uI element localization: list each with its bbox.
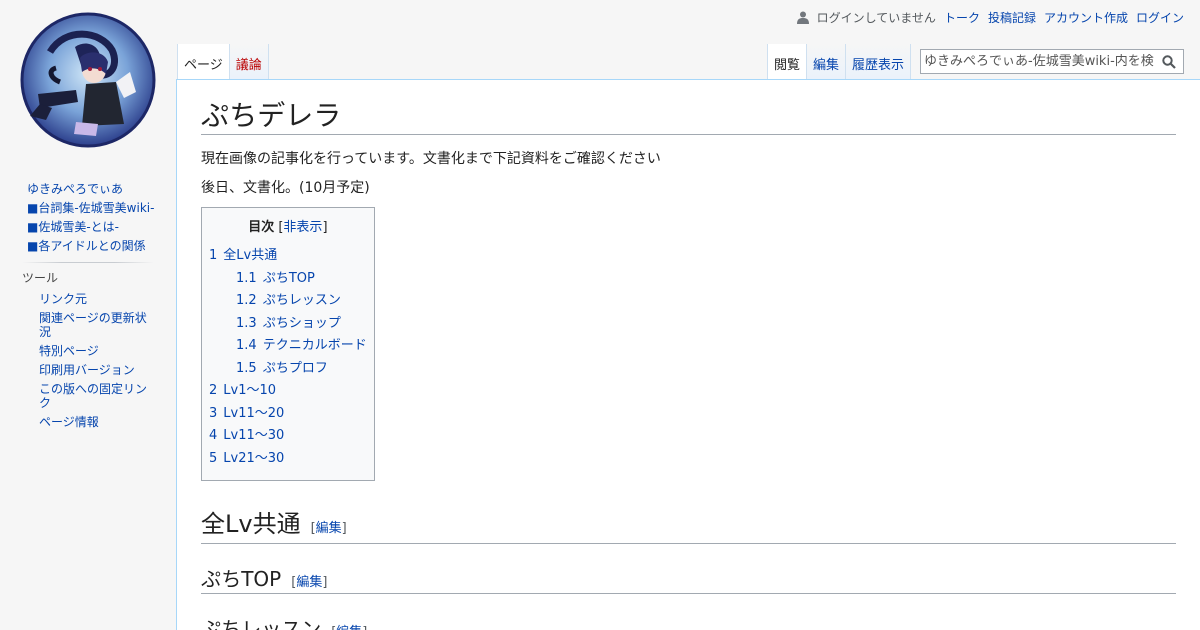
sidebar-link-relations[interactable]: ■各アイドルとの関係 xyxy=(27,239,146,253)
section-heading-puchi-top: ぷちTOP [編集] xyxy=(201,566,1176,594)
create-account-link[interactable]: アカウント作成 xyxy=(1044,9,1128,26)
toc-item-link[interactable]: ぷちショップ xyxy=(263,316,341,331)
view-tabs: 閲覧 編集 履歴表示 xyxy=(766,44,911,80)
user-icon xyxy=(796,11,809,24)
toc-item-link[interactable]: Lv11～20 xyxy=(223,406,284,421)
toc-item[interactable]: 1 全Lv共通 xyxy=(209,245,367,268)
sidebar-item-relations[interactable]: ■各アイドルとの関係 xyxy=(27,237,160,256)
toc-item-link[interactable]: 全Lv共通 xyxy=(223,248,277,263)
section-heading-text: 全Lv共通 xyxy=(201,510,301,539)
toc-title: 目次 xyxy=(248,220,275,236)
tool-permanent-link[interactable]: この版への固定リンク xyxy=(39,382,147,410)
toc-item-number: 1 xyxy=(209,248,218,264)
sidebar-navigation: ゆきみぺろでぃあ ■台詞集-佐城雪美wiki- ■佐城雪美-とは- ■各アイドル… xyxy=(0,180,160,256)
toc-item-link[interactable]: Lv11～30 xyxy=(223,428,284,443)
toc-item-number: 1.4 xyxy=(236,338,257,354)
toc-item[interactable]: 1.4 テクニカルボード xyxy=(209,335,367,358)
toc-item[interactable]: 1.3 ぷちショップ xyxy=(209,313,367,336)
intro-paragraph-1: 現在画像の記事化を行っています。文書化まで下記資料をご確認ください xyxy=(201,151,661,168)
sidebar-item-main-page[interactable]: ゆきみぺろでぃあ xyxy=(27,180,160,199)
toc-item-number: 1.2 xyxy=(236,293,257,309)
edit-section-link[interactable]: 編集 xyxy=(296,575,322,590)
toc-list: 1 全Lv共通 1.1 ぷちTOP 1.2 ぷちレッスン 1.3 ぷちショップ 1.4 テ… xyxy=(209,245,367,470)
section-heading-text: ぷちレッスン xyxy=(201,616,322,630)
tab-read-label: 閲覧 xyxy=(773,58,800,73)
edit-section-link[interactable]: 編集 xyxy=(316,521,342,536)
search-button[interactable] xyxy=(1157,50,1181,73)
toc-toggle-link[interactable]: 非表示 xyxy=(283,220,322,235)
toc-item[interactable]: 1.5 ぷちプロフ xyxy=(209,358,367,381)
toc-item[interactable]: 5 Lv21～30 xyxy=(209,448,367,471)
personal-tools: ログインしていません トーク 投稿記録 アカウント作成 ログイン xyxy=(796,9,1184,26)
search-input[interactable] xyxy=(921,54,1157,69)
sidebar: ゆきみぺろでぃあ ■台詞集-佐城雪美wiki- ■佐城雪美-とは- ■各アイドル… xyxy=(0,180,160,434)
tab-edit[interactable]: 編集 xyxy=(806,44,846,80)
tools-heading: ツール xyxy=(22,271,59,285)
edit-bracket-close: ] xyxy=(322,574,328,590)
toc-item-link[interactable]: テクニカルボード xyxy=(263,338,367,353)
talk-link[interactable]: トーク xyxy=(944,9,980,26)
edit-bracket-close: ] xyxy=(362,625,367,630)
intro-paragraph-2: 後日、文書化。(10月予定) xyxy=(201,180,370,197)
toc-item-link[interactable]: ぷちプロフ xyxy=(263,361,328,376)
toc-item-number: 1.3 xyxy=(236,315,257,331)
sidebar-item-about[interactable]: ■佐城雪美-とは- xyxy=(27,218,160,237)
tool-special-pages[interactable]: 特別ページ xyxy=(39,344,99,358)
tab-discussion-label: 議論 xyxy=(235,58,262,73)
toc-header: 目次 [非表示] xyxy=(209,216,367,235)
tool-printable-version[interactable]: 印刷用バージョン xyxy=(39,363,135,377)
toc-item[interactable]: 3 Lv11～20 xyxy=(209,403,367,426)
toc-toggle-bracket-close: ] xyxy=(322,220,328,236)
tab-edit-label: 編集 xyxy=(812,58,839,73)
sidebar-divider xyxy=(22,262,154,263)
namespace-tabs: ページ 議論 xyxy=(177,44,269,80)
not-logged-in-label: ログインしていません xyxy=(816,11,936,25)
tools-list: リンク元 関連ページの更新状況 特別ページ 印刷用バージョン この版への固定リン… xyxy=(0,292,160,429)
toc-item-number: 1.1 xyxy=(236,270,257,286)
sidebar-link-about[interactable]: ■佐城雪美-とは- xyxy=(27,220,119,234)
tool-page-info[interactable]: ページ情報 xyxy=(39,415,99,429)
toc-item-number: 2 xyxy=(209,383,218,399)
sidebar-link-quotes[interactable]: ■台詞集-佐城雪美wiki- xyxy=(27,201,154,215)
edit-section: [編集] xyxy=(331,625,367,630)
toc-item[interactable]: 2 Lv1～10 xyxy=(209,380,367,403)
search-box xyxy=(920,49,1184,74)
contributions-link[interactable]: 投稿記録 xyxy=(988,9,1036,26)
sidebar-link-main-page[interactable]: ゆきみぺろでぃあ xyxy=(27,182,123,196)
toc-item-number: 4 xyxy=(209,428,218,444)
page-title: ぷちデレラ xyxy=(201,96,1176,136)
tab-read[interactable]: 閲覧 xyxy=(766,44,807,80)
tab-page[interactable]: ページ xyxy=(177,44,230,80)
toc-item-link[interactable]: Lv21～30 xyxy=(223,451,284,466)
table-of-contents: 目次 [非表示] 1 全Lv共通 1.1 ぷちTOP 1.2 ぷちレッスン 1.3 ぷち… xyxy=(201,207,375,482)
toc-item-link[interactable]: Lv1～10 xyxy=(223,383,276,398)
toc-item[interactable]: 1.2 ぷちレッスン xyxy=(209,290,367,313)
toc-item-number: 5 xyxy=(209,450,218,466)
logo-image xyxy=(20,12,156,148)
toc-item[interactable]: 1.1 ぷちTOP xyxy=(209,268,367,291)
toc-item-number: 1.5 xyxy=(236,360,257,376)
toc-item[interactable]: 4 Lv11～30 xyxy=(209,425,367,448)
sidebar-item-quotes[interactable]: ■台詞集-佐城雪美wiki- xyxy=(27,199,160,218)
site-logo[interactable] xyxy=(20,12,156,148)
section-heading-puchi-lesson: ぷちレッスン [編集] xyxy=(201,616,1176,630)
edit-section: [編集] xyxy=(311,521,347,536)
section-heading-text: ぷちTOP xyxy=(201,566,282,591)
tab-discussion[interactable]: 議論 xyxy=(229,44,269,80)
login-link[interactable]: ログイン xyxy=(1136,9,1184,26)
tab-history[interactable]: 履歴表示 xyxy=(845,44,911,80)
toc-item-link[interactable]: ぷちレッスン xyxy=(263,293,341,308)
tool-related-changes[interactable]: 関連ページの更新状況 xyxy=(39,311,147,339)
toc-item-link[interactable]: ぷちTOP xyxy=(263,271,315,286)
main-content: ぷちデレラ 現在画像の記事化を行っています。文書化まで下記資料をご確認ください … xyxy=(176,79,1200,630)
section-heading-all-levels: 全Lv共通 [編集] xyxy=(201,509,1176,544)
edit-section-link[interactable]: 編集 xyxy=(336,625,362,630)
search-icon xyxy=(1162,54,1176,69)
tool-whatlinkshere[interactable]: リンク元 xyxy=(39,292,87,306)
edit-bracket-close: ] xyxy=(341,521,347,537)
toc-item-number: 3 xyxy=(209,405,218,421)
tab-history-label: 履歴表示 xyxy=(851,58,904,73)
tab-page-label: ページ xyxy=(184,58,223,73)
edit-section: [編集] xyxy=(291,575,327,590)
